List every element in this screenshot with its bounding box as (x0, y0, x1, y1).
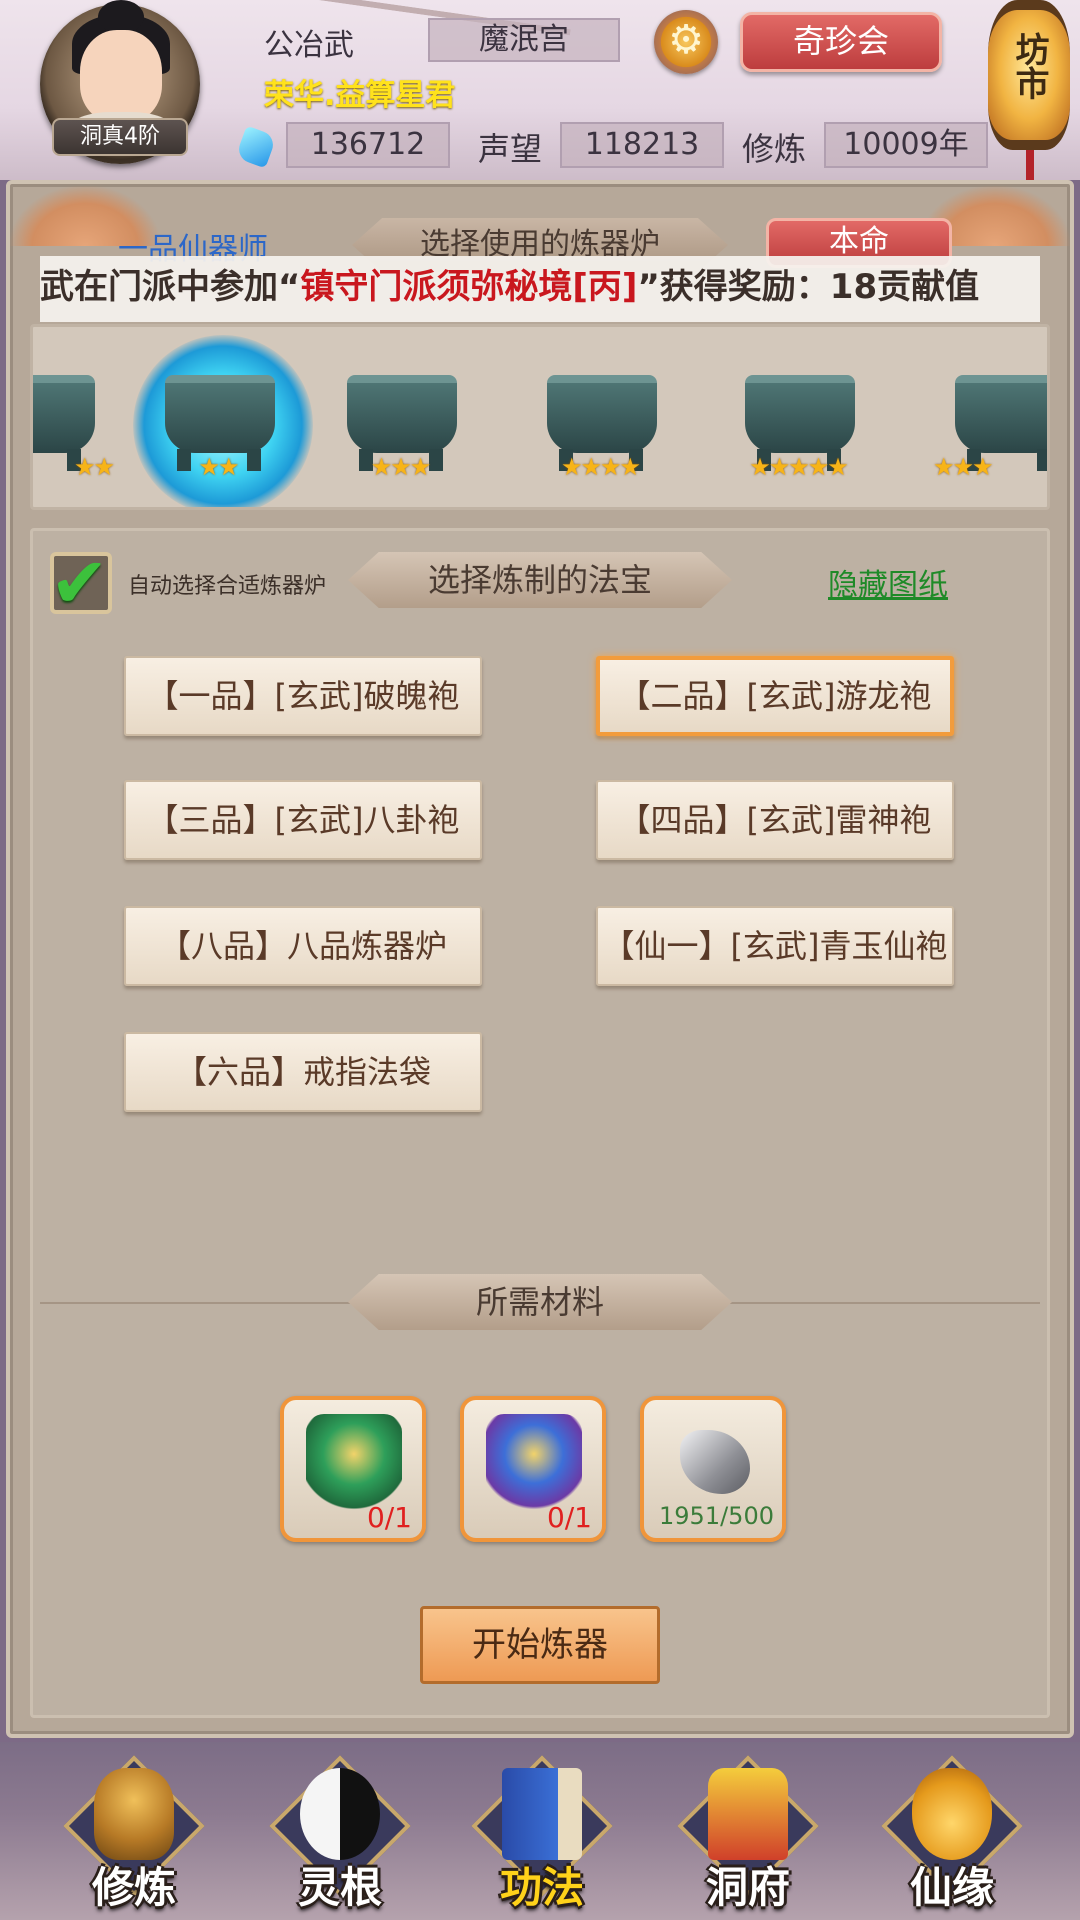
material-slot[interactable]: 0/1 (280, 1396, 426, 1542)
material-slot[interactable]: 0/1 (460, 1396, 606, 1542)
furnace-cauldron-icon (165, 375, 275, 453)
book-icon (502, 1768, 582, 1860)
recipe-item[interactable]: 【仙一】[玄武]青玉仙袍 (596, 906, 954, 986)
start-forge-button[interactable]: 开始炼器 (420, 1606, 660, 1684)
spirit-stone-count: 136712 (286, 122, 450, 168)
cultivation-label: 修炼 (742, 130, 807, 168)
silver-ore-icon (680, 1430, 750, 1494)
furnace-cauldron-icon (547, 375, 657, 453)
furnace-item[interactable]: ★★★★ (525, 345, 675, 495)
broadcast-prefix: 武在门派中参加“ (40, 267, 301, 307)
green-armor-icon (306, 1414, 402, 1514)
yin-yang-sword-icon (300, 1768, 380, 1860)
furnace-carousel[interactable]: ★★ ★★ ★★★ ★★★★ ★★★★★ ★★★ (30, 324, 1050, 510)
avatar-hair-bun (98, 0, 144, 34)
nav-label: 洞府 (705, 1863, 790, 1912)
auto-select-label: 自动选择合适炼器炉 (128, 574, 327, 599)
materials-section-title: 所需材料 (348, 1274, 732, 1330)
furnace-cauldron-icon (955, 375, 1047, 453)
recipe-item[interactable]: 【四品】[玄武]雷神袍 (596, 780, 954, 860)
checkmark-icon: ✔ (50, 542, 109, 624)
furnace-stars: ★★★ (370, 453, 432, 481)
market-lantern-label: 坊市 (1009, 32, 1049, 100)
player-title: 荣华.益算星君 (264, 78, 456, 113)
lantern-tassel (1026, 150, 1034, 180)
furnace-stars: ★★ (73, 453, 115, 481)
recipe-item[interactable]: 【一品】[玄武]破魄袍 (124, 656, 482, 736)
broadcast-highlight: 镇守门派须弥秘境[丙] (300, 267, 638, 307)
furnace-item[interactable]: ★★★ (325, 345, 475, 495)
reputation-value: 118213 (560, 122, 724, 168)
furnace-stars: ★★★★★ (749, 453, 849, 481)
recipe-item[interactable]: 【六品】戒指法袋 (124, 1032, 482, 1112)
nav-item-spirit-root[interactable]: 灵根 (260, 1755, 420, 1912)
recipe-item[interactable]: 【三品】[玄武]八卦袍 (124, 780, 482, 860)
furnace-item[interactable]: ★★★ (933, 345, 1047, 495)
reputation-label: 声望 (478, 130, 543, 168)
furnace-stars: ★★ (198, 453, 239, 481)
furnace-cauldron-icon (33, 375, 95, 453)
nav-label: 修炼 (91, 1863, 176, 1912)
furnace-stars: ★★★ (933, 453, 994, 481)
settings-gear-icon[interactable]: ⚙ (654, 10, 718, 74)
recipe-item-selected[interactable]: 【二品】[玄武]游龙袍 (596, 656, 954, 736)
player-name: 公冶武 (264, 28, 354, 63)
meditating-figure-icon (94, 1768, 174, 1860)
material-count: 1951/500 (659, 1502, 774, 1530)
rank-plate: 洞真4阶 (52, 118, 188, 156)
hide-blueprints-link[interactable]: 隐藏图纸 (828, 560, 948, 604)
broadcast-ticker: 武在门派中参加“镇守门派须弥秘境[丙]”获得奖励：18贡献值 (40, 256, 1040, 322)
pagoda-icon (708, 1768, 788, 1860)
material-count: 0/1 (546, 1501, 592, 1534)
nav-item-fate[interactable]: 仙缘 (872, 1755, 1032, 1912)
gourd-icon (912, 1768, 992, 1860)
market-lantern-button[interactable]: 坊市 (988, 0, 1070, 150)
nav-item-techniques[interactable]: 功法 (462, 1755, 622, 1912)
material-count: 0/1 (366, 1501, 412, 1534)
nav-label: 仙缘 (909, 1863, 994, 1912)
nav-item-cultivate[interactable]: 修炼 (54, 1755, 214, 1912)
sect-name: 魔泯宫 (428, 18, 620, 62)
auto-select-checkbox[interactable]: ✔ (50, 542, 112, 624)
furnace-item[interactable]: ★★ (33, 345, 115, 495)
material-slot[interactable]: 1951/500 (640, 1396, 786, 1542)
nav-item-cave[interactable]: 洞府 (668, 1755, 828, 1912)
recipe-section-title: 选择炼制的法宝 (348, 552, 732, 608)
cultivation-value: 10009年 (824, 122, 988, 168)
nav-label: 灵根 (297, 1863, 382, 1912)
nav-label: 功法 (499, 1863, 584, 1912)
treasure-auction-button[interactable]: 奇珍会 (740, 12, 942, 72)
blue-robe-icon (486, 1414, 582, 1514)
broadcast-suffix: ”获得奖励：18贡献值 (637, 267, 980, 307)
furnace-stars: ★★★★ (560, 453, 641, 481)
furnace-cauldron-icon (745, 375, 855, 453)
recipe-item[interactable]: 【八品】八品炼器炉 (124, 906, 482, 986)
furnace-item[interactable]: ★★★★★ (723, 345, 873, 495)
furnace-cauldron-icon (347, 375, 457, 453)
furnace-item-selected[interactable]: ★★ (133, 335, 313, 507)
avatar-face (80, 30, 162, 122)
